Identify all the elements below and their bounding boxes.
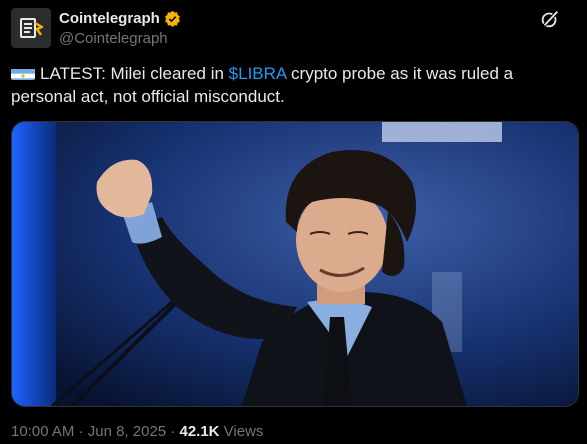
verified-badge-icon[interactable] xyxy=(164,10,181,27)
post-photo[interactable] xyxy=(11,121,579,407)
photo-man-raising-fist-icon xyxy=(12,122,578,406)
cointelegraph-logo-icon xyxy=(20,18,44,38)
handle[interactable]: @Cointelegraph xyxy=(59,30,181,48)
post-header: Cointelegraph @Cointelegraph xyxy=(11,8,577,48)
meta-separator: · xyxy=(74,423,88,440)
display-name[interactable]: Cointelegraph xyxy=(59,10,160,27)
author-block: Cointelegraph @Cointelegraph xyxy=(59,8,181,48)
meta-separator: · xyxy=(166,423,180,440)
post-text-lead: LATEST: Milei cleared in xyxy=(40,64,229,83)
cashtag-link[interactable]: $LIBRA xyxy=(229,64,287,83)
avatar[interactable] xyxy=(11,8,51,48)
post-text: LATEST: Milei cleared in $LIBRA crypto p… xyxy=(11,62,571,108)
argentina-flag-icon xyxy=(11,66,35,80)
grok-icon[interactable] xyxy=(539,8,561,30)
post-time[interactable]: 10:00 AM xyxy=(11,423,74,440)
views-count: 42.1K xyxy=(179,423,220,440)
post-meta: 10:00 AM · Jun 8, 2025 · 42.1K Views xyxy=(11,423,263,440)
post-date[interactable]: Jun 8, 2025 xyxy=(88,423,166,440)
views-label: Views xyxy=(219,423,264,440)
